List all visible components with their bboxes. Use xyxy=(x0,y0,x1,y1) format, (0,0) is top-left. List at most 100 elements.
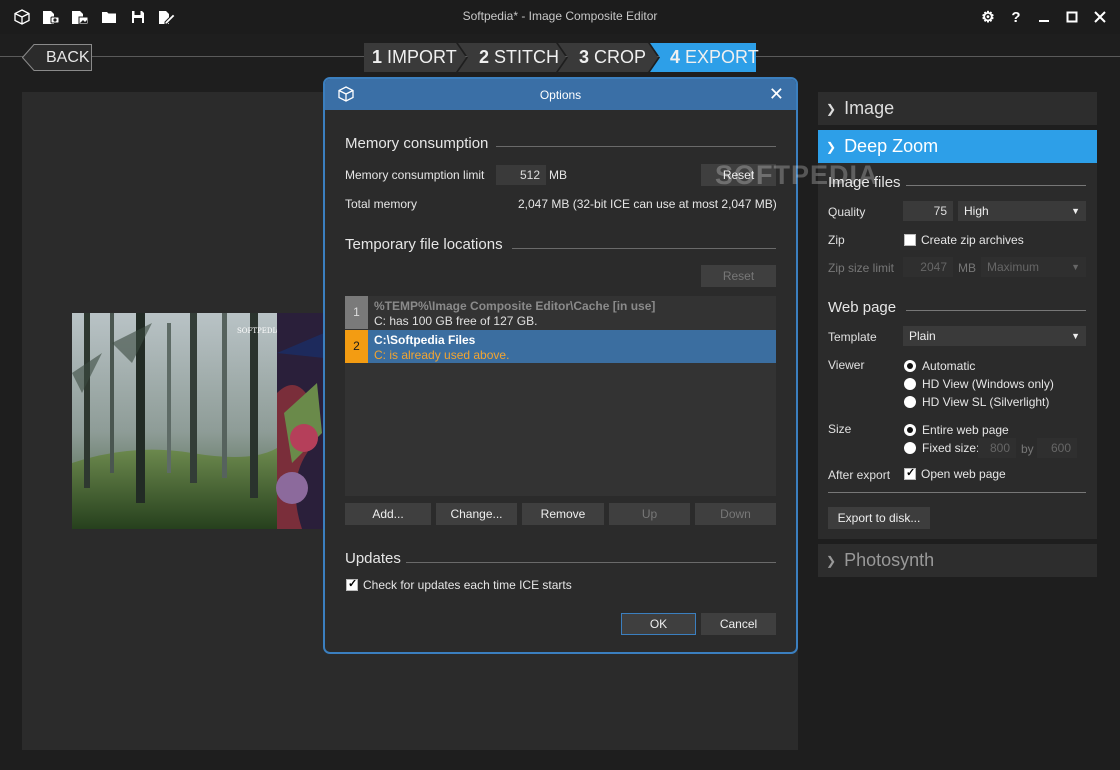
section-divider xyxy=(406,562,776,563)
location-info: C: is already used above. xyxy=(374,348,510,362)
step-label: CROP xyxy=(594,47,647,67)
image-section-header[interactable]: ❯ Image xyxy=(818,92,1097,125)
zip-size-unit: MB xyxy=(958,261,976,275)
fixed-width-input[interactable]: 800 xyxy=(978,438,1016,458)
deepzoom-panel: Image files Quality 75 High ▼ Zip Create… xyxy=(818,163,1097,539)
step-label: EXPORT xyxy=(685,47,759,67)
quality-label: Quality xyxy=(828,205,866,219)
chevron-right-icon: ❯ xyxy=(826,101,837,116)
back-label: BACK xyxy=(46,49,90,66)
step-stitch[interactable]: 2 STITCH xyxy=(479,43,559,72)
zip-size-preset-select[interactable]: Maximum ▼ xyxy=(981,257,1086,277)
dialog-title-bar[interactable]: Options ✕ xyxy=(325,79,796,110)
viewer-option-label: HD View SL (Silverlight) xyxy=(922,395,1050,409)
photosynth-section-title: Photosynth xyxy=(844,550,935,570)
viewer-label: Viewer xyxy=(828,358,865,372)
location-number: 2 xyxy=(345,330,368,363)
maximize-icon[interactable] xyxy=(1062,6,1082,28)
size-label: Size xyxy=(828,422,852,436)
total-memory-value: 2,047 MB (32-bit ICE can use at most 2,0… xyxy=(518,197,777,211)
zip-checkbox[interactable] xyxy=(904,234,916,246)
image-section-title: Image xyxy=(844,98,895,118)
step-label: STITCH xyxy=(494,47,560,67)
open-web-page-checkbox[interactable] xyxy=(904,466,916,480)
quality-preset-value: High xyxy=(964,204,989,218)
updates-section-title: Updates xyxy=(345,550,401,567)
template-label: Template xyxy=(828,330,877,344)
total-memory-label: Total memory xyxy=(345,197,418,211)
memory-limit-label: Memory consumption limit xyxy=(345,168,485,182)
viewer-option-label: Automatic xyxy=(922,359,976,373)
remove-location-button[interactable]: Remove xyxy=(522,503,604,525)
chevron-down-icon: ❯ xyxy=(826,139,837,154)
add-location-button[interactable]: Add... xyxy=(345,503,431,525)
template-value: Plain xyxy=(909,329,936,343)
step-export[interactable]: 4 EXPORT xyxy=(670,43,759,72)
ok-button[interactable]: OK xyxy=(621,613,696,635)
size-fixed-radio[interactable] xyxy=(904,442,916,454)
check-updates-checkbox[interactable] xyxy=(346,577,358,591)
move-up-button[interactable]: Up xyxy=(609,503,690,525)
minimize-icon[interactable] xyxy=(1034,6,1054,28)
title-bar: Softpedia* - Image Composite Editor ⚙ ? xyxy=(0,0,1120,34)
deepzoom-section-header[interactable]: ❯ Deep Zoom xyxy=(818,130,1097,163)
dialog-close-icon[interactable]: ✕ xyxy=(769,84,784,105)
list-item-selected[interactable]: 2 C:\Softpedia Files C: is already used … xyxy=(345,330,776,363)
step-number: 3 xyxy=(579,47,590,67)
after-export-label: After export xyxy=(828,468,891,482)
chevron-down-icon: ▼ xyxy=(1071,331,1080,341)
cancel-button[interactable]: Cancel xyxy=(701,613,776,635)
close-icon[interactable] xyxy=(1090,6,1110,28)
photosynth-section-header[interactable]: ❯ Photosynth xyxy=(818,544,1097,577)
temp-reset-button[interactable]: Reset xyxy=(701,265,776,287)
memory-limit-input[interactable]: 512 xyxy=(496,165,546,185)
viewer-automatic-radio[interactable] xyxy=(904,360,916,372)
chevron-right-icon: ❯ xyxy=(826,553,837,568)
fixed-height-input[interactable]: 600 xyxy=(1037,438,1077,458)
window-title: Softpedia* - Image Composite Editor xyxy=(462,9,658,23)
softpedia-watermark: SOFTPEDIA xyxy=(715,160,879,190)
section-divider xyxy=(906,185,1086,186)
export-to-disk-button[interactable]: Export to disk... xyxy=(828,507,930,529)
panorama-preview: SOFTPEDIA° xyxy=(72,313,324,529)
memory-limit-unit: MB xyxy=(549,168,567,182)
web-page-title: Web page xyxy=(828,299,897,316)
zip-checkbox-label: Create zip archives xyxy=(921,233,1024,247)
chevron-down-icon: ▼ xyxy=(1071,262,1080,272)
temp-section-title: Temporary file locations xyxy=(345,236,503,253)
viewer-option-label: HD View (Windows only) xyxy=(922,377,1054,391)
step-label: IMPORT xyxy=(387,47,457,67)
location-number: 1 xyxy=(345,296,368,329)
list-item[interactable]: 1 %TEMP%\Image Composite Editor\Cache [i… xyxy=(345,296,776,329)
back-button[interactable]: BACK xyxy=(22,44,92,71)
open-web-page-label: Open web page xyxy=(921,467,1006,481)
svg-text:SOFTPEDIA°: SOFTPEDIA° xyxy=(237,327,284,335)
size-option-label: Entire web page xyxy=(922,423,1009,437)
section-divider xyxy=(496,146,776,147)
workflow-steps: 1 IMPORT 2 STITCH 3 CROP 4 EXPORT xyxy=(364,43,759,72)
move-down-button[interactable]: Down xyxy=(695,503,776,525)
quality-input[interactable]: 75 xyxy=(903,201,953,221)
settings-icon[interactable]: ⚙ xyxy=(978,6,998,28)
zip-size-input[interactable]: 2047 xyxy=(903,257,953,277)
dialog-title: Options xyxy=(539,88,582,102)
quality-preset-select[interactable]: High ▼ xyxy=(958,201,1086,221)
temp-locations-list[interactable]: 1 %TEMP%\Image Composite Editor\Cache [i… xyxy=(345,296,776,496)
help-icon[interactable]: ? xyxy=(1006,6,1026,28)
size-entire-radio[interactable] xyxy=(904,424,916,436)
fixed-by-label: by xyxy=(1021,442,1034,456)
step-number: 2 xyxy=(479,47,490,67)
deepzoom-section-title: Deep Zoom xyxy=(844,136,939,156)
location-info: C: has 100 GB free of 127 GB. xyxy=(374,314,538,328)
step-number: 1 xyxy=(372,47,383,67)
chevron-down-icon: ▼ xyxy=(1071,206,1080,216)
size-option-label: Fixed size: xyxy=(922,441,980,455)
template-select[interactable]: Plain ▼ xyxy=(903,326,1086,346)
viewer-hdviewsl-radio[interactable] xyxy=(904,396,916,408)
step-crop[interactable]: 3 CROP xyxy=(579,43,646,72)
change-location-button[interactable]: Change... xyxy=(436,503,517,525)
check-updates-label: Check for updates each time ICE starts xyxy=(363,578,572,592)
viewer-hdview-radio[interactable] xyxy=(904,378,916,390)
zip-size-label: Zip size limit xyxy=(828,261,895,275)
step-import[interactable]: 1 IMPORT xyxy=(372,43,457,72)
